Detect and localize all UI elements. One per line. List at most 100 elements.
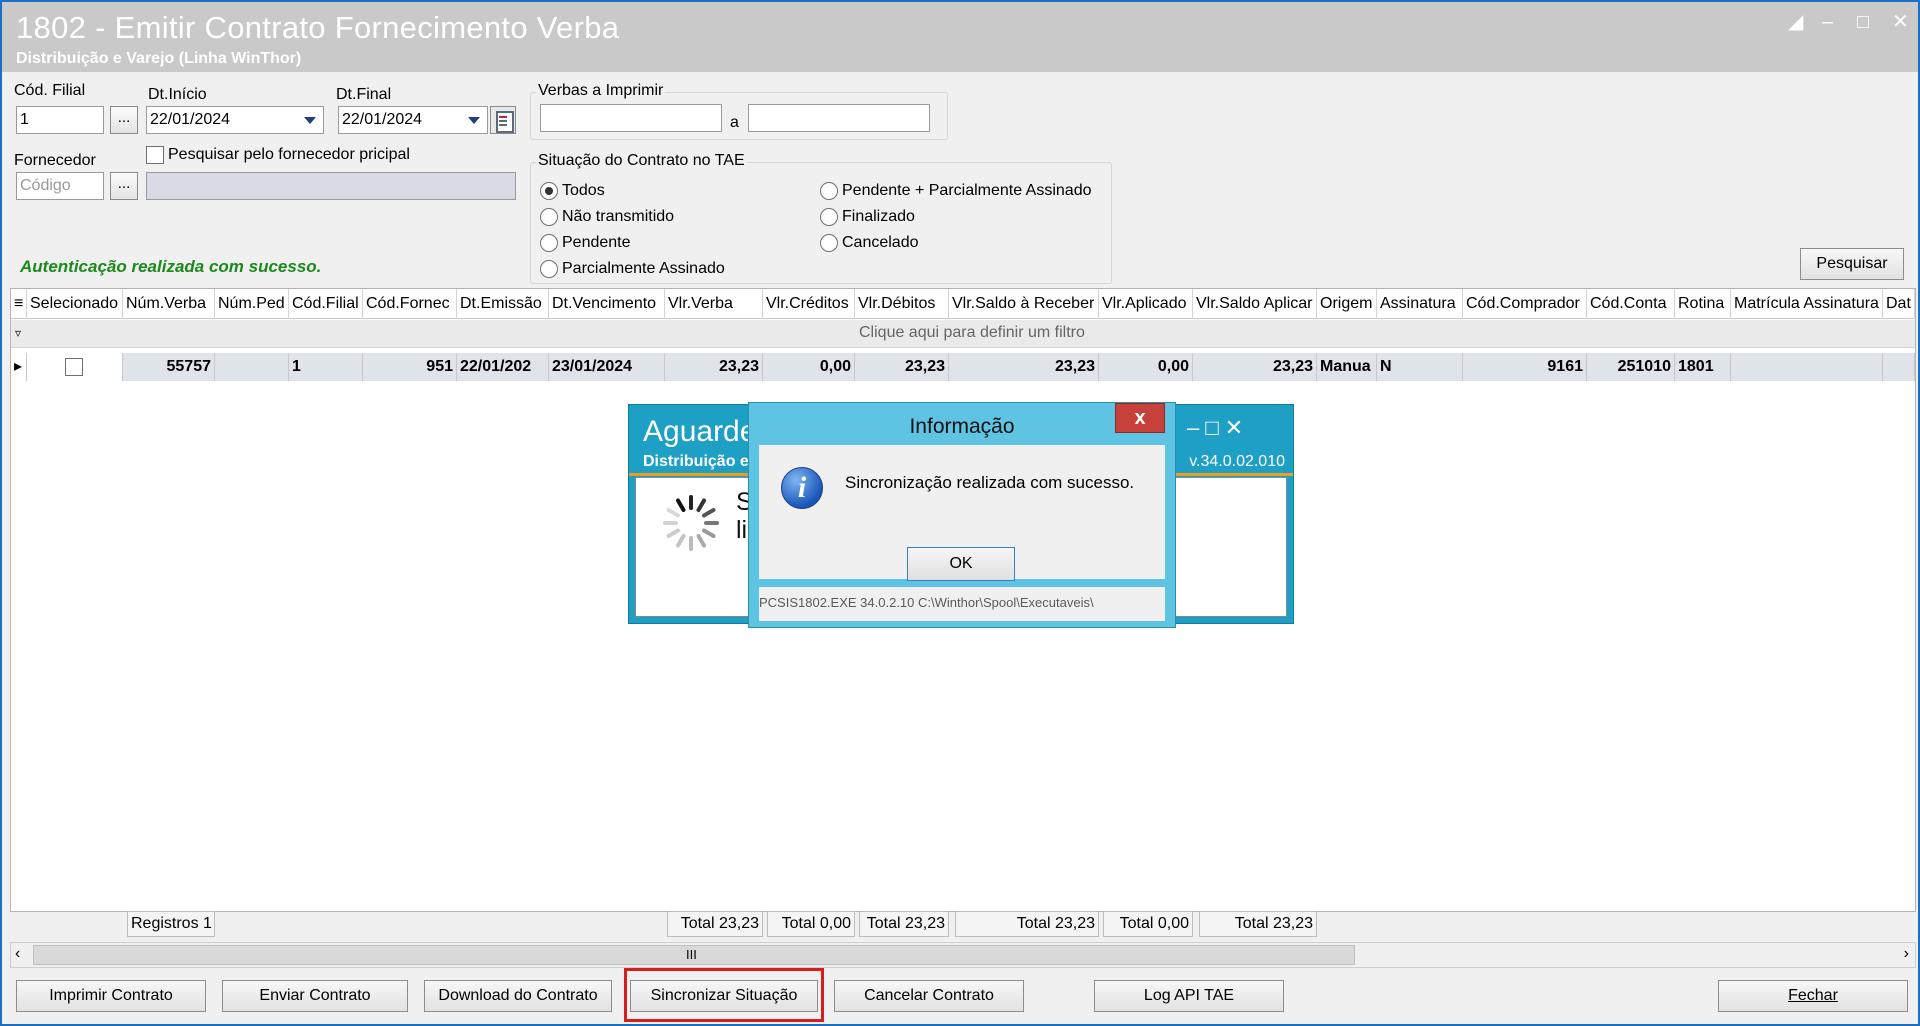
- verbas-to-input[interactable]: [748, 104, 930, 132]
- window-subtitle: Distribuição e Varejo (Linha WinThor): [16, 50, 302, 67]
- col-vlr-aplicado[interactable]: Vlr.Aplicado: [1099, 289, 1193, 319]
- cell-vlr-verba: 23,23: [665, 353, 763, 381]
- cell-num-verba: 55757: [123, 353, 215, 381]
- filial-input[interactable]: 1: [16, 106, 104, 134]
- col-dat[interactable]: Dat: [1883, 289, 1915, 319]
- cell-cod-comprador: 9161: [1463, 353, 1587, 381]
- fornecedor-browse-button[interactable]: ...: [110, 172, 138, 200]
- col-vlr-saldo-receber[interactable]: Vlr.Saldo à Receber: [949, 289, 1099, 319]
- footer-vlr-verba: Total 23,23: [667, 911, 763, 937]
- column-chooser-icon[interactable]: ≡: [11, 289, 27, 319]
- chevron-down-icon[interactable]: [299, 109, 321, 131]
- scroll-left-icon[interactable]: ‹: [15, 945, 20, 963]
- col-matricula-assinatura[interactable]: Matrícula Assinatura: [1731, 289, 1883, 319]
- dt-inicio-label: Dt.Início: [148, 86, 207, 103]
- radio-nao-transmitido[interactable]: [540, 208, 558, 226]
- radio-cancelado[interactable]: [820, 234, 838, 252]
- footer-vlr-saldo-receber: Total 23,23: [955, 911, 1099, 937]
- enviar-contrato-button[interactable]: Enviar Contrato: [222, 980, 408, 1012]
- col-dt-emissao[interactable]: Dt.Emissão: [457, 289, 549, 319]
- ok-button[interactable]: OK: [907, 547, 1015, 581]
- success-message: Autenticação realizada com sucesso.: [20, 257, 322, 276]
- dialog-close-button[interactable]: x: [1115, 403, 1165, 433]
- dialog-footer: PCSIS1802.EXE 34.0.2.10 C:\Winthor\Spool…: [759, 595, 1094, 610]
- col-origem[interactable]: Origem: [1317, 289, 1377, 319]
- cell-vlr-saldo-receber: 23,23: [949, 353, 1099, 381]
- log-api-tae-button[interactable]: Log API TAE: [1094, 980, 1284, 1012]
- row-indicator-icon: ▸: [11, 353, 27, 381]
- filter-row[interactable]: ▿ Clique aqui para definir um filtro: [11, 320, 1915, 348]
- info-dialog: Informação x i Sincronização realizada c…: [748, 402, 1176, 628]
- radio-todos[interactable]: [540, 182, 558, 200]
- col-assinatura[interactable]: Assinatura: [1377, 289, 1463, 319]
- chevron-down-icon[interactable]: [463, 109, 485, 131]
- scroll-right-icon[interactable]: ›: [1904, 945, 1909, 963]
- imprimir-contrato-button[interactable]: Imprimir Contrato: [16, 980, 206, 1012]
- filial-label: Cód. Filial: [14, 82, 86, 99]
- col-vlr-verba[interactable]: Vlr.Verba: [665, 289, 763, 319]
- download-contrato-button[interactable]: Download do Contrato: [424, 980, 612, 1012]
- verbas-from-input[interactable]: [540, 104, 722, 132]
- busy-subtitle: Distribuição e: [643, 453, 749, 470]
- col-vlr-debitos[interactable]: Vlr.Débitos: [855, 289, 949, 319]
- calendar-icon[interactable]: [490, 106, 516, 134]
- fechar-button[interactable]: Fechar: [1718, 980, 1908, 1012]
- cell-vlr-aplicado: 0,00: [1099, 353, 1193, 381]
- dt-final-label: Dt.Final: [336, 86, 392, 103]
- cell-vlr-saldo-aplicar: 23,23: [1193, 353, 1317, 381]
- grid-footer: Registros 1 Total 23,23 Total 0,00 Total…: [11, 909, 1915, 939]
- cell-dt-vencimento: 23/01/2024: [549, 353, 665, 381]
- dialog-message: Sincronização realizada com sucesso.: [845, 473, 1135, 492]
- fornecedor-code-input[interactable]: Código: [16, 172, 104, 200]
- radio-parcialmente-assinado[interactable]: [540, 260, 558, 278]
- busy-window-controls: – □ ✕: [1187, 415, 1244, 440]
- row-checkbox-cell[interactable]: [27, 353, 123, 381]
- maximize-icon[interactable]: □: [1857, 12, 1869, 32]
- cell-cod-conta: 251010: [1587, 353, 1675, 381]
- dt-inicio-input[interactable]: 22/01/2024: [146, 106, 324, 134]
- scroll-grip: III: [686, 947, 697, 962]
- fornecedor-principal-label: Pesquisar pelo fornecedor pricipal: [168, 146, 410, 163]
- col-vlr-creditos[interactable]: Vlr.Créditos: [763, 289, 855, 319]
- col-cod-comprador[interactable]: Cód.Comprador: [1463, 289, 1587, 319]
- fornecedor-principal-checkbox[interactable]: [146, 146, 164, 164]
- radio-pendente[interactable]: [540, 234, 558, 252]
- horizontal-scrollbar[interactable]: ‹ III ›: [10, 942, 1916, 968]
- restore-icon[interactable]: ◢: [1788, 12, 1803, 32]
- info-icon: i: [781, 467, 823, 509]
- pesquisar-button[interactable]: Pesquisar: [1800, 248, 1904, 280]
- cancelar-contrato-button[interactable]: Cancelar Contrato: [834, 980, 1024, 1012]
- col-rotina[interactable]: Rotina: [1675, 289, 1731, 319]
- loading-spinner-icon: [663, 495, 719, 551]
- cell-rotina: 1801: [1675, 353, 1731, 381]
- col-cod-filial[interactable]: Cód.Filial: [289, 289, 363, 319]
- filter-panel: Cód. Filial 1 ... Dt.Início 22/01/2024 D…: [10, 76, 1912, 284]
- col-num-ped[interactable]: Núm.Ped: [215, 289, 289, 319]
- minimize-icon[interactable]: –: [1822, 12, 1833, 32]
- col-cod-fornec[interactable]: Cód.Fornec: [363, 289, 457, 319]
- radio-cancelado-label: Cancelado: [842, 234, 919, 251]
- dialog-title: Informação: [909, 415, 1015, 438]
- busy-title: Aguarde: [643, 415, 757, 448]
- row-checkbox[interactable]: [65, 358, 83, 376]
- col-selecionado[interactable]: Selecionado: [27, 289, 123, 319]
- col-cod-conta[interactable]: Cód.Conta: [1587, 289, 1675, 319]
- highlight-box: [624, 968, 824, 1022]
- filial-browse-button[interactable]: ...: [110, 106, 138, 134]
- radio-finalizado[interactable]: [820, 208, 838, 226]
- scroll-thumb[interactable]: III: [33, 945, 1355, 965]
- cell-cod-filial: 1: [289, 353, 363, 381]
- col-num-verba[interactable]: Núm.Verba: [123, 289, 215, 319]
- close-icon[interactable]: ✕: [1892, 12, 1909, 32]
- table-row[interactable]: ▸ 55757 1 951 22/01/202 23/01/2024 23,23…: [11, 353, 1915, 381]
- radio-pendente-parcial[interactable]: [820, 182, 838, 200]
- cell-vlr-creditos: 0,00: [763, 353, 855, 381]
- dt-inicio-value: 22/01/2024: [150, 111, 231, 128]
- footer-vlr-saldo-aplicar: Total 23,23: [1199, 911, 1317, 937]
- cell-origem: Manua: [1317, 353, 1377, 381]
- fornecedor-label: Fornecedor: [14, 152, 96, 169]
- filter-icon: ▿: [15, 326, 22, 340]
- col-vlr-saldo-aplicar[interactable]: Vlr.Saldo Aplicar: [1193, 289, 1317, 319]
- col-dt-vencimento[interactable]: Dt.Vencimento: [549, 289, 665, 319]
- dt-final-input[interactable]: 22/01/2024: [338, 106, 488, 134]
